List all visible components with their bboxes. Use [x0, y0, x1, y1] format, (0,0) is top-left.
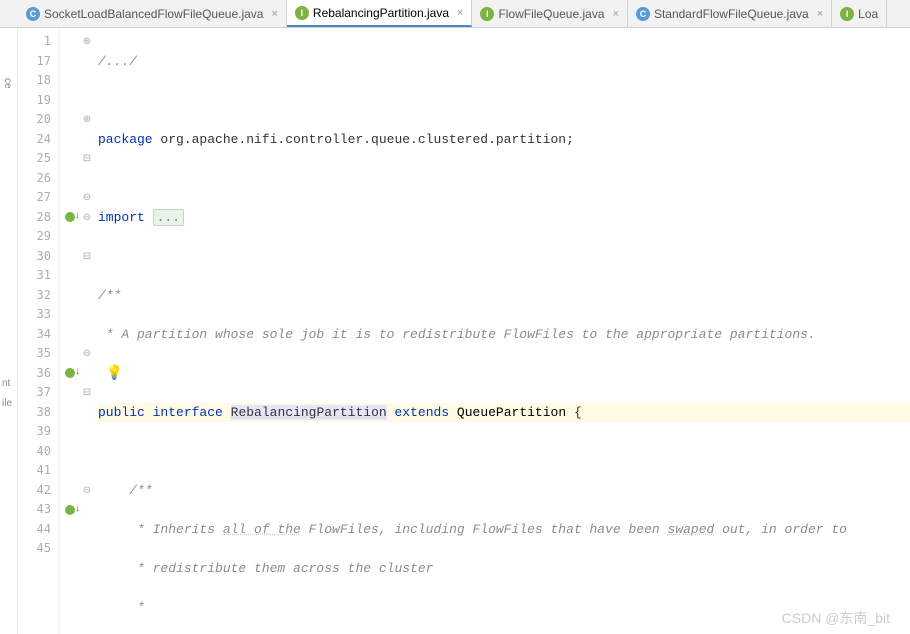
line-number[interactable]: 37: [18, 383, 59, 403]
close-icon[interactable]: ×: [457, 7, 463, 19]
super-type: QueuePartition: [457, 405, 566, 420]
line-number[interactable]: 36: [18, 364, 59, 384]
watermark: CSDN @东南_bit: [782, 608, 890, 628]
left-label-1: ce: [2, 78, 13, 89]
line-number[interactable]: 34: [18, 325, 59, 345]
line-number[interactable]: 29: [18, 227, 59, 247]
fold-toggle-icon[interactable]: ⊟: [80, 383, 94, 403]
interface-icon: I: [480, 7, 494, 21]
fold-toggle-icon[interactable]: ⊟: [80, 149, 94, 169]
tab-4[interactable]: I Loa: [832, 0, 887, 27]
fold-toggle-icon[interactable]: ⊖: [80, 481, 94, 501]
line-number[interactable]: 31: [18, 266, 59, 286]
line-number[interactable]: 19: [18, 91, 59, 111]
line-number[interactable]: 30: [18, 247, 59, 267]
fold-toggle-icon[interactable]: ⊕: [80, 32, 94, 52]
kw-extends: extends: [395, 405, 450, 420]
line-number[interactable]: 44: [18, 520, 59, 540]
tab-2[interactable]: I FlowFileQueue.java ×: [472, 0, 628, 27]
kw-import: import: [98, 210, 145, 225]
package-name: org.apache.nifi.controller.queue.cluster…: [153, 132, 574, 147]
fold-toggle-icon[interactable]: ⊖: [80, 188, 94, 208]
tab-label: FlowFileQueue.java: [498, 7, 604, 21]
code-editor[interactable]: /.../ package org.apache.nifi.controller…: [94, 28, 910, 634]
line-number[interactable]: 39: [18, 422, 59, 442]
javadoc: /**: [98, 288, 121, 303]
javadoc: *: [98, 600, 145, 615]
line-number[interactable]: 35: [18, 344, 59, 364]
line-number[interactable]: 45: [18, 539, 59, 559]
close-icon[interactable]: ×: [613, 8, 619, 20]
line-number[interactable]: 40: [18, 442, 59, 462]
tab-1[interactable]: I RebalancingPartition.java ×: [287, 0, 473, 27]
implements-marker-icon[interactable]: [65, 212, 75, 222]
fold-toggle-icon[interactable]: ⊕: [80, 110, 94, 130]
folded-imports[interactable]: ...: [153, 209, 184, 226]
line-number[interactable]: 42: [18, 481, 59, 501]
line-number[interactable]: 43: [18, 500, 59, 520]
line-number[interactable]: 33: [18, 305, 59, 325]
left-label-3: ile: [2, 398, 12, 409]
tab-0[interactable]: C SocketLoadBalancedFlowFileQueue.java ×: [18, 0, 287, 27]
marker-gutter[interactable]: [60, 28, 80, 634]
line-number[interactable]: 18: [18, 71, 59, 91]
implements-marker-icon[interactable]: [65, 505, 75, 515]
editor-area: ce nt ile 117181920242526272829303132333…: [0, 28, 910, 634]
fold-toggle-icon[interactable]: ⊖: [80, 344, 94, 364]
close-icon[interactable]: ×: [271, 8, 277, 20]
type-name: RebalancingPartition: [231, 405, 387, 420]
kw-interface: interface: [153, 405, 223, 420]
tab-label: SocketLoadBalancedFlowFileQueue.java: [44, 7, 263, 21]
line-number[interactable]: 41: [18, 461, 59, 481]
line-number-gutter[interactable]: 1171819202425262728293031323334353637383…: [18, 28, 60, 634]
line-number[interactable]: 17: [18, 52, 59, 72]
javadoc: * A partition whose sole job it is to re…: [98, 327, 816, 342]
kw-package: package: [98, 132, 153, 147]
javadoc: /**: [98, 483, 153, 498]
javadoc: * redistribute them across the cluster: [98, 561, 433, 576]
close-icon[interactable]: ×: [817, 8, 823, 20]
line-number[interactable]: 26: [18, 169, 59, 189]
fold-toggle-icon[interactable]: ⊖: [80, 208, 94, 228]
left-label-2: nt: [2, 378, 10, 389]
fold-gutter[interactable]: ⊕⊕⊟⊖⊖⊟⊖⊟⊖: [80, 28, 94, 634]
line-number[interactable]: 38: [18, 403, 59, 423]
line-number[interactable]: 27: [18, 188, 59, 208]
interface-icon: I: [295, 6, 309, 20]
tab-label: RebalancingPartition.java: [313, 6, 449, 20]
line-number[interactable]: 28: [18, 208, 59, 228]
left-tool-pane[interactable]: ce nt ile: [0, 28, 18, 634]
interface-icon: I: [840, 7, 854, 21]
kw-public: public: [98, 405, 145, 420]
editor-tabs: C SocketLoadBalancedFlowFileQueue.java × I…: [0, 0, 910, 28]
line-number[interactable]: 24: [18, 130, 59, 150]
implements-marker-icon[interactable]: [65, 368, 75, 378]
tab-label: StandardFlowFileQueue.java: [654, 7, 809, 21]
line-number[interactable]: 20: [18, 110, 59, 130]
tab-3[interactable]: C StandardFlowFileQueue.java ×: [628, 0, 832, 27]
line-number[interactable]: 32: [18, 286, 59, 306]
class-icon: C: [636, 7, 650, 21]
line-number[interactable]: 25: [18, 149, 59, 169]
folded-header: /.../: [98, 54, 137, 69]
line-number[interactable]: 1: [18, 32, 59, 52]
fold-toggle-icon[interactable]: ⊟: [80, 247, 94, 267]
bulb-icon[interactable]: 💡: [106, 366, 123, 382]
tab-label: Loa: [858, 7, 878, 21]
class-icon: C: [26, 7, 40, 21]
